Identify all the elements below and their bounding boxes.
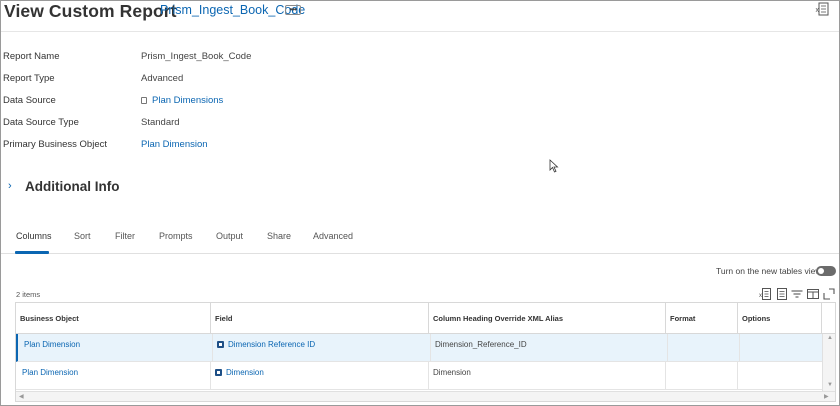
column-header-alias[interactable]: Column Heading Override XML Alias (429, 303, 666, 334)
options-cell (738, 362, 822, 390)
data-source-icon (141, 97, 147, 104)
field-cell-label[interactable]: Dimension Reference ID (228, 340, 315, 349)
tab-advanced[interactable]: Advanced (313, 231, 353, 241)
scroll-up-icon[interactable]: ▲ (827, 335, 833, 341)
primary-business-object-link[interactable]: Plan Dimension (141, 139, 208, 150)
scroll-left-icon[interactable]: ◀ (19, 393, 24, 400)
format-cell (668, 334, 740, 362)
new-tables-view-label: Turn on the new tables view (716, 266, 822, 276)
report-tabs: Columns Sort Filter Prompts Output Share… (1, 222, 839, 254)
items-count: 2 items (16, 290, 41, 299)
data-source-type-label: Data Source Type (3, 117, 79, 128)
expand-chevron-icon[interactable]: › (8, 180, 12, 192)
page-title: View Custom Report (4, 1, 177, 21)
export-excel-icon[interactable]: x (759, 288, 771, 300)
tab-filter[interactable]: Filter (115, 231, 135, 241)
report-name-value: Prism_Ingest_Book_Code (141, 51, 252, 62)
report-name-link[interactable]: Prism_Ingest_Book_Code (160, 3, 305, 17)
header-scroll-spacer (822, 303, 835, 334)
tab-output[interactable]: Output (216, 231, 243, 241)
data-source-link[interactable]: Plan Dimensions (141, 95, 223, 106)
primary-business-object-label: Primary Business Object (3, 139, 108, 150)
table-row[interactable]: Plan Dimension Dimension Reference ID Di… (16, 334, 822, 362)
vertical-scrollbar[interactable]: ▲ ▼ (822, 334, 835, 391)
scroll-right-icon[interactable]: ▶ (824, 393, 829, 400)
horizontal-scrollbar[interactable]: ◀ ▶ (16, 391, 835, 401)
column-header-field[interactable]: Field (211, 303, 429, 334)
additional-info-heading[interactable]: Additional Info (25, 179, 119, 194)
report-type-label: Report Type (3, 73, 55, 84)
format-cell (666, 362, 738, 390)
data-source-label: Data Source (3, 95, 56, 106)
columns-table: Business Object Field Column Heading Ove… (15, 302, 836, 402)
column-header-options[interactable]: Options (738, 303, 822, 334)
column-chooser-icon[interactable] (807, 288, 819, 300)
mouse-pointer-icon (549, 159, 559, 173)
column-header-business-object[interactable]: Business Object (16, 303, 211, 334)
business-object-cell[interactable]: Plan Dimension (20, 334, 213, 362)
scroll-down-icon[interactable]: ▼ (827, 382, 833, 388)
alias-cell: Dimension_Reference_ID (431, 334, 668, 362)
filter-icon[interactable] (791, 288, 803, 300)
pdf-export-icon[interactable] (776, 288, 788, 300)
toggle-knob (818, 268, 824, 274)
report-type-value: Advanced (141, 73, 184, 84)
active-tab-indicator (15, 251, 49, 254)
field-cell[interactable]: Dimension (211, 362, 429, 390)
data-source-value[interactable]: Plan Dimensions (152, 95, 223, 106)
options-cell (740, 334, 824, 362)
data-source-type-value: Standard (141, 117, 180, 128)
tab-prompts[interactable]: Prompts (159, 231, 193, 241)
svg-text:x: x (759, 293, 762, 299)
export-excel-icon[interactable]: x (815, 2, 829, 16)
alias-cell: Dimension (429, 362, 666, 390)
page-header: View Custom Report Prism_Ingest_Book_Cod… (1, 0, 839, 32)
fullscreen-icon[interactable] (823, 288, 835, 300)
tab-share[interactable]: Share (267, 231, 291, 241)
svg-text:x: x (816, 7, 820, 14)
related-actions-button[interactable]: ••• (285, 5, 301, 15)
column-header-format[interactable]: Format (666, 303, 738, 334)
field-type-icon (215, 369, 222, 376)
tab-columns[interactable]: Columns (16, 231, 52, 241)
field-cell-label[interactable]: Dimension (226, 368, 264, 377)
field-type-icon (217, 341, 224, 348)
new-tables-view-toggle[interactable] (816, 266, 836, 276)
business-object-cell[interactable]: Plan Dimension (18, 362, 211, 390)
field-cell[interactable]: Dimension Reference ID (213, 334, 431, 362)
tab-sort[interactable]: Sort (74, 231, 91, 241)
report-name-label: Report Name (3, 51, 60, 62)
table-row[interactable]: Plan Dimension Dimension Dimension (16, 362, 822, 390)
